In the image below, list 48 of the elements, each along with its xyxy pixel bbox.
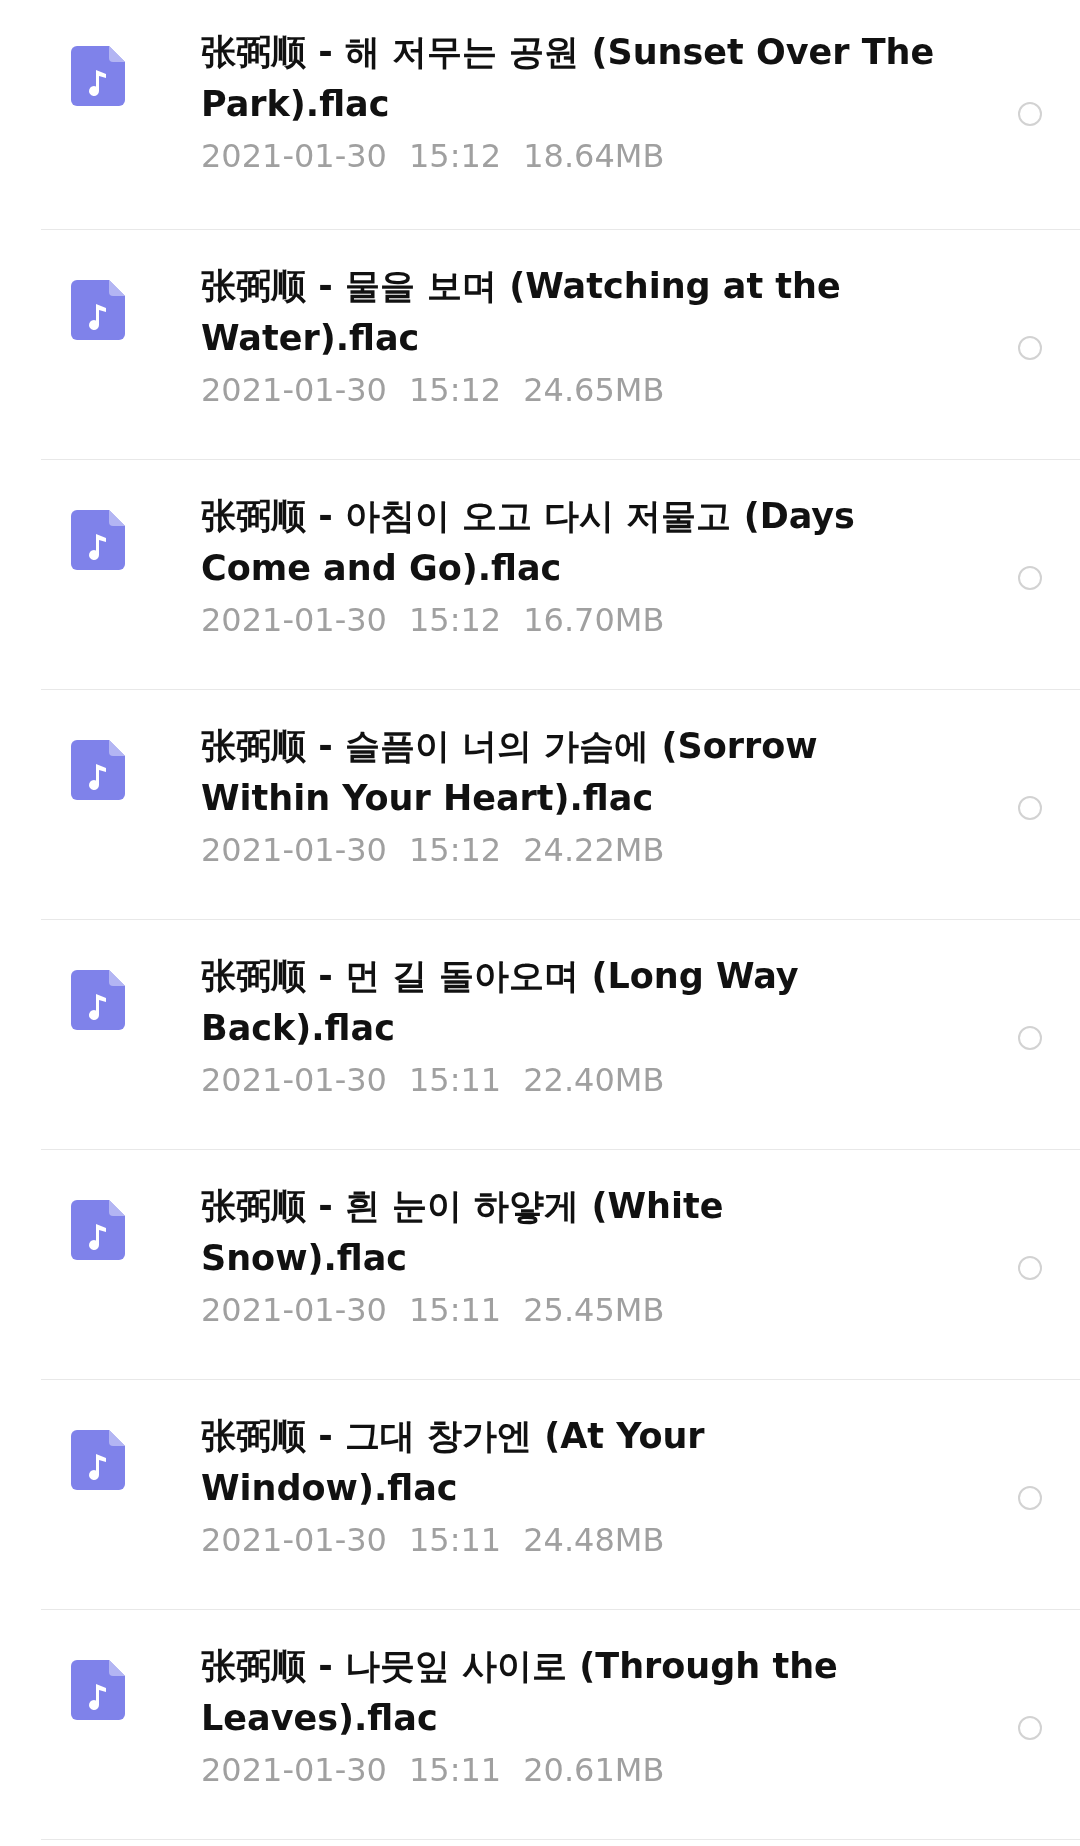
music-file-icon	[71, 1660, 125, 1720]
music-file-icon	[71, 1430, 125, 1490]
file-name: 张弼顺 - 나뭇잎 사이로 (Through the Leaves).flac	[201, 1645, 839, 1740]
file-name: 张弼顺 - 흰 눈이 하얗게 (White Snow).flac	[201, 1185, 725, 1280]
file-name: 张弼顺 - 해 저무는 공원 (Sunset Over The Park).flac	[201, 31, 936, 126]
file-date: 2021-01-30	[201, 830, 387, 871]
music-file-icon	[71, 970, 125, 1030]
file-time: 15:11	[408, 1520, 502, 1561]
file-date: 2021-01-30	[201, 370, 387, 411]
music-file-icon	[71, 510, 125, 570]
select-radio[interactable]	[1018, 1256, 1042, 1280]
file-time: 15:11	[408, 1290, 502, 1331]
file-time: 15:12	[408, 370, 502, 411]
select-radio[interactable]	[1018, 1486, 1042, 1510]
file-size: 20.61MB	[523, 1750, 665, 1791]
select-radio[interactable]	[1018, 1716, 1042, 1740]
select-radio[interactable]	[1018, 102, 1042, 126]
file-size: 16.70MB	[523, 600, 665, 641]
file-time: 15:11	[408, 1750, 502, 1791]
file-date: 2021-01-30	[201, 136, 387, 177]
select-radio[interactable]	[1018, 1026, 1042, 1050]
select-radio[interactable]	[1018, 566, 1042, 590]
file-time: 15:11	[408, 1060, 502, 1101]
music-file-icon	[71, 1200, 125, 1260]
file-date: 2021-01-30	[201, 600, 387, 641]
music-file-icon	[71, 280, 125, 340]
file-name: 张弼顺 - 그대 창가엔 (At Your Window).flac	[201, 1415, 706, 1510]
select-radio[interactable]	[1018, 336, 1042, 360]
music-file-icon	[71, 46, 125, 106]
file-size: 25.45MB	[523, 1290, 665, 1331]
file-time: 15:12	[408, 136, 502, 177]
file-name: 张弼顺 - 슬픔이 너의 가슴에 (Sorrow Within Your Heart).flac	[201, 725, 819, 820]
file-name: 张弼顺 - 물을 보며 (Watching at the Water).flac	[201, 265, 842, 360]
music-file-icon	[71, 740, 125, 800]
file-name: 张弼顺 - 먼 길 돌아오며 (Long Way Back).flac	[201, 955, 800, 1050]
file-date: 2021-01-30	[201, 1290, 387, 1331]
file-date: 2021-01-30	[201, 1750, 387, 1791]
file-size: 18.64MB	[523, 136, 665, 177]
file-date: 2021-01-30	[201, 1060, 387, 1101]
file-size: 24.65MB	[523, 370, 665, 411]
file-size: 22.40MB	[523, 1060, 665, 1101]
select-radio[interactable]	[1018, 796, 1042, 820]
file-size: 24.22MB	[523, 830, 665, 871]
file-time: 15:12	[408, 600, 502, 641]
file-time: 15:12	[408, 830, 502, 871]
file-size: 24.48MB	[523, 1520, 665, 1561]
file-date: 2021-01-30	[201, 1520, 387, 1561]
file-name: 张弼顺 - 아침이 오고 다시 저물고 (Days Come and Go).flac	[201, 495, 856, 590]
